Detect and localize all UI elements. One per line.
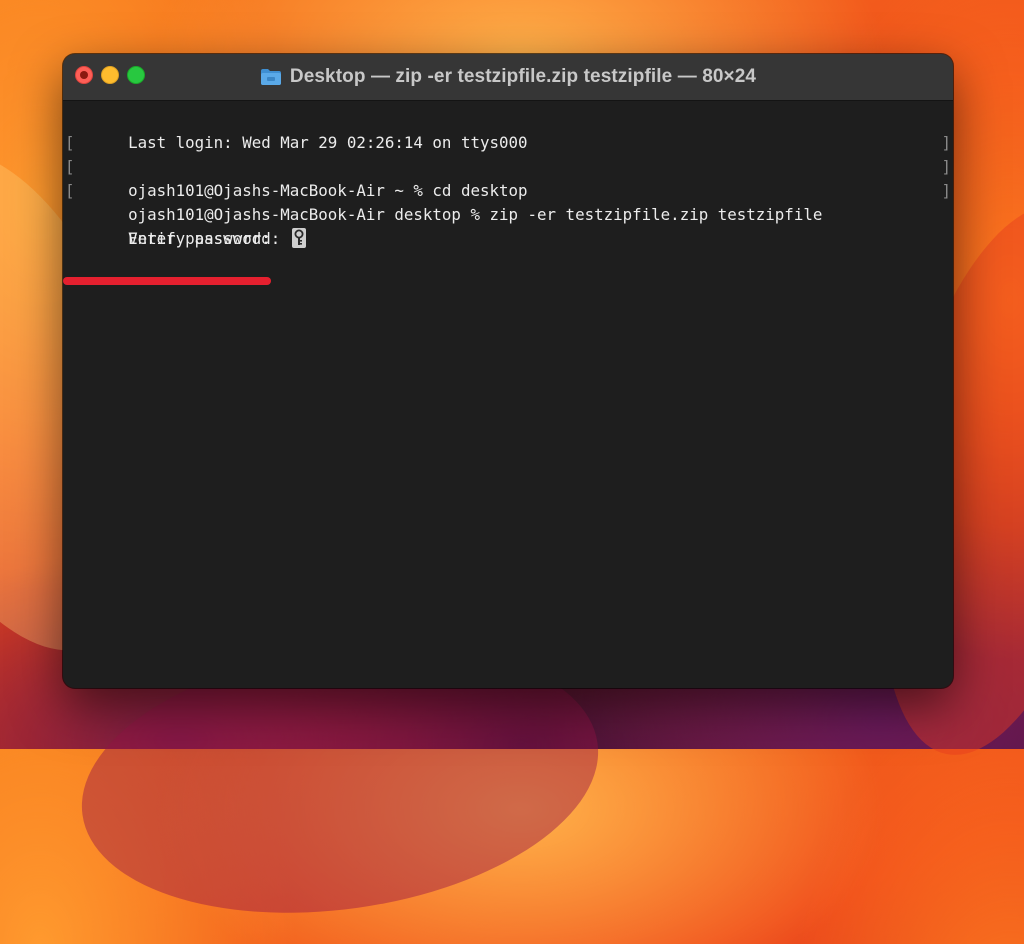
window-title: Desktop — zip -er testzipfile.zip testzi…: [289, 66, 757, 87]
terminal-line-text: Verify password:: [128, 229, 290, 248]
selection-bracket-left: [: [65, 181, 75, 200]
window-title-group: Desktop — zip -er testzipfile.zip testzi…: [63, 54, 953, 100]
annotation-underline: [63, 277, 271, 285]
selection-bracket-left: [: [65, 133, 75, 152]
title-bar[interactable]: Desktop — zip -er testzipfile.zip testzi…: [63, 54, 953, 101]
folder-icon: [260, 69, 281, 85]
terminal-line: [ ojash101@Ojashs-MacBook-Air ~ % cd des…: [65, 131, 951, 200]
terminal-line: [ ojash101@Ojashs-MacBook-Air desktop % …: [65, 155, 951, 224]
selection-bracket-right: ]: [941, 133, 951, 152]
selection-bracket-left: [: [65, 157, 75, 176]
terminal-line: Verify password:: [71, 203, 945, 248]
terminal-line: Last login: Wed Mar 29 02:26:14 on ttys0…: [71, 107, 945, 152]
terminal-content[interactable]: Last login: Wed Mar 29 02:26:14 on ttys0…: [63, 101, 953, 688]
secure-input-cursor: [291, 228, 306, 248]
terminal-window[interactable]: Desktop — zip -er testzipfile.zip testzi…: [63, 54, 953, 688]
selection-bracket-right: ]: [941, 181, 951, 200]
key-icon: [294, 229, 304, 245]
selection-bracket-right: ]: [941, 157, 951, 176]
terminal-line: [ Enter password: ]: [65, 179, 951, 248]
